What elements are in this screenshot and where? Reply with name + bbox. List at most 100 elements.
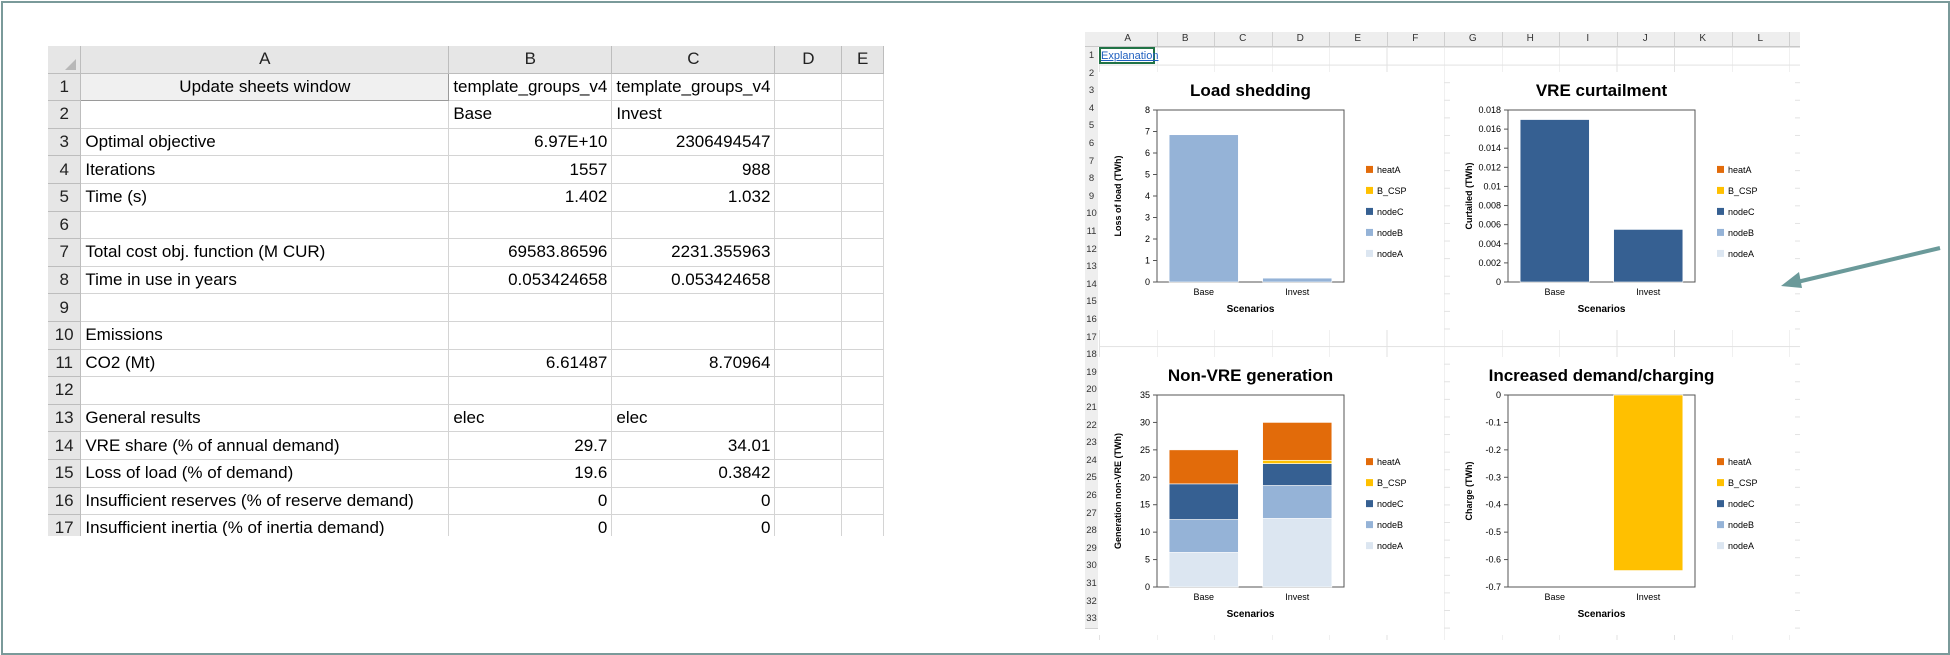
cell-a[interactable] <box>80 211 450 240</box>
workbook-row-header[interactable]: 10 <box>1085 205 1098 224</box>
cell-e[interactable] <box>841 431 884 460</box>
cell-d[interactable] <box>774 293 843 322</box>
workbook-column-header[interactable]: H <box>1502 32 1560 46</box>
workbook-row-header[interactable]: 33 <box>1085 610 1098 629</box>
cell-e[interactable] <box>841 349 884 378</box>
cell-b[interactable]: 1557 <box>448 155 613 184</box>
row-header[interactable]: 12 <box>48 376 82 405</box>
cell-b[interactable]: 0 <box>448 514 613 536</box>
workbook-row-header[interactable]: 29 <box>1085 539 1098 559</box>
cell-e[interactable] <box>841 514 884 536</box>
workbook-column-header[interactable]: A <box>1099 32 1158 46</box>
workbook-row-header[interactable]: 17 <box>1085 328 1098 348</box>
workbook-row-header[interactable]: 1 <box>1085 47 1098 66</box>
cell-c[interactable]: template_groups_v4 <box>611 73 776 102</box>
cell-b[interactable]: elec <box>448 404 613 433</box>
cell-d[interactable] <box>774 100 843 129</box>
chart-load-shedding[interactable]: Load shedding 0 1 2 3 4 5 6 7 8 Loss of load (TWh)… <box>1099 72 1444 330</box>
cell-d[interactable] <box>774 238 843 267</box>
cell-c[interactable]: 2231.355963 <box>611 238 776 267</box>
cell-c[interactable]: 0 <box>611 514 776 536</box>
column-header-d[interactable]: D <box>774 46 843 74</box>
workbook-row-header[interactable]: 26 <box>1085 487 1098 506</box>
workbook-row-header[interactable]: 3 <box>1085 82 1098 101</box>
workbook-column-header[interactable]: F <box>1387 32 1445 46</box>
cell-c[interactable]: 34.01 <box>611 431 776 460</box>
cell-a[interactable]: VRE share (% of annual demand) <box>80 431 450 460</box>
cell-d[interactable] <box>774 514 843 536</box>
cell-c[interactable]: 0.053424658 <box>611 266 776 295</box>
cell-e[interactable] <box>841 238 884 267</box>
workbook-row-header[interactable]: 7 <box>1085 152 1098 172</box>
cell-a[interactable]: Loss of load (% of demand) <box>80 459 450 488</box>
row-header[interactable]: 1 <box>48 73 82 102</box>
cell-b[interactable] <box>448 211 613 240</box>
cell-c[interactable]: 0.3842 <box>611 459 776 488</box>
cell-b[interactable] <box>448 321 613 350</box>
cell-a[interactable]: Insufficient reserves (% of reserve dema… <box>80 487 450 516</box>
workbook-row-header[interactable]: 20 <box>1085 381 1098 400</box>
cell-a[interactable]: Total cost obj. function (M CUR) <box>80 238 450 267</box>
cell-d[interactable] <box>774 183 843 212</box>
cell-d[interactable] <box>774 431 843 460</box>
cell-a[interactable] <box>80 100 450 129</box>
chart-vre-curtailment[interactable]: VRE curtailment 0 0.002 0.004 0.006 0.008 0.01… <box>1450 72 1795 330</box>
cell-d[interactable] <box>774 376 843 405</box>
cell-a[interactable]: Time (s) <box>80 183 450 212</box>
workbook-row-header[interactable]: 14 <box>1085 275 1098 295</box>
cell-c[interactable]: 8.70964 <box>611 349 776 378</box>
cell-c[interactable] <box>611 376 776 405</box>
cell-b[interactable]: 1.402 <box>448 183 613 212</box>
cell-d[interactable] <box>774 321 843 350</box>
workbook-row-header[interactable]: 15 <box>1085 293 1098 312</box>
cell-c[interactable] <box>611 321 776 350</box>
cell-c[interactable] <box>611 211 776 240</box>
workbook-row-header[interactable]: 24 <box>1085 451 1098 471</box>
workbook-column-header[interactable]: E <box>1329 32 1388 46</box>
workbook-row-header[interactable]: 11 <box>1085 223 1098 242</box>
cell-d[interactable] <box>774 404 843 433</box>
row-header[interactable]: 16 <box>48 487 82 516</box>
column-header-b[interactable]: B <box>448 46 613 74</box>
workbook-row-header[interactable]: 31 <box>1085 575 1098 594</box>
column-header-a[interactable]: A <box>80 46 450 74</box>
cell-c[interactable]: 988 <box>611 155 776 184</box>
row-header[interactable]: 14 <box>48 431 82 460</box>
row-header[interactable]: 11 <box>48 349 82 378</box>
cell-b[interactable] <box>448 293 613 322</box>
workbook-column-header[interactable]: B <box>1157 32 1215 46</box>
cell-a[interactable] <box>80 376 450 405</box>
column-header-c[interactable]: C <box>611 46 776 74</box>
cell-b[interactable]: Base <box>448 100 613 129</box>
cell-c[interactable]: Invest <box>611 100 776 129</box>
cell-b[interactable]: 6.61487 <box>448 349 613 378</box>
row-header[interactable]: 17 <box>48 514 82 536</box>
cell-e[interactable] <box>841 487 884 516</box>
workbook-row-header[interactable]: 4 <box>1085 99 1098 119</box>
explanation-link[interactable]: Explanation <box>1101 50 1159 62</box>
cell-b[interactable]: 0.053424658 <box>448 266 613 295</box>
row-header[interactable]: 10 <box>48 321 82 350</box>
cell-e[interactable] <box>841 100 884 129</box>
workbook-column-header[interactable]: D <box>1272 32 1330 46</box>
workbook-row-header[interactable]: 23 <box>1085 434 1098 453</box>
row-header[interactable]: 5 <box>48 183 82 212</box>
cell-b[interactable]: 19.6 <box>448 459 613 488</box>
workbook-column-header[interactable]: G <box>1444 32 1503 46</box>
cell-c[interactable] <box>611 293 776 322</box>
workbook-row-header[interactable]: 13 <box>1085 258 1098 277</box>
cell-e[interactable] <box>841 73 884 102</box>
chart-non-vre-generation[interactable]: Non-VRE generation 0 5 10 15 20 25 30 35 Generati… <box>1099 357 1444 635</box>
cell-e[interactable] <box>841 293 884 322</box>
workbook-row-header[interactable]: 18 <box>1085 346 1098 365</box>
cell-b[interactable]: 69583.86596 <box>448 238 613 267</box>
workbook-row-header[interactable]: 16 <box>1085 311 1098 330</box>
workbook-row-header[interactable]: 5 <box>1085 117 1098 136</box>
row-header[interactable]: 7 <box>48 238 82 267</box>
cell-c[interactable]: 1.032 <box>611 183 776 212</box>
cell-a[interactable]: Iterations <box>80 155 450 184</box>
cell-a[interactable] <box>80 293 450 322</box>
workbook-column-header[interactable]: K <box>1674 32 1733 46</box>
workbook-row-header[interactable]: 6 <box>1085 135 1098 154</box>
cell-e[interactable] <box>841 321 884 350</box>
